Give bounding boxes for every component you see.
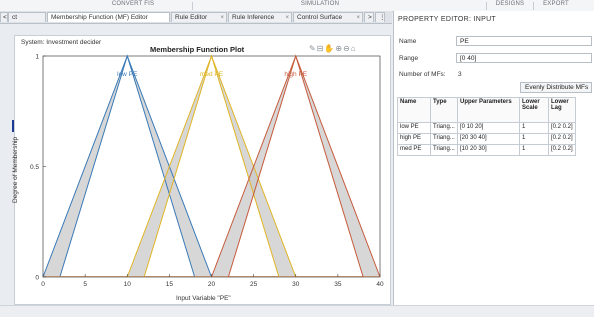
cell-lower-scale[interactable]: 1 — [519, 133, 549, 145]
y-tick-label: 0 — [35, 275, 39, 282]
x-tick-label: 0 — [41, 281, 45, 288]
status-bar — [0, 305, 594, 317]
cell-name[interactable]: low PE — [397, 122, 431, 134]
range-label: Range — [399, 55, 419, 62]
column-header-lower-scale[interactable]: Lower Scale — [519, 97, 549, 123]
mf-table[interactable]: Name Type Upper Parameters Lower Scale L… — [397, 97, 576, 156]
table-row[interactable]: high PE Triang... [20 30 40] 1 [0.2 0.2] — [397, 133, 576, 145]
x-tick-label: 40 — [376, 281, 384, 288]
column-header-name[interactable]: Name — [397, 97, 431, 123]
y-tick-label: 0.5 — [30, 164, 39, 171]
mf-label[interactable]: high PE — [284, 71, 307, 78]
mf-label[interactable]: med PE — [200, 71, 224, 78]
table-row[interactable]: low PE Triang... [0 10 20] 1 [0.2 0.2] — [397, 122, 576, 134]
y-axis-label: Degree of Membership — [12, 136, 19, 203]
x-tick-label: 30 — [292, 281, 300, 288]
cell-lower-scale[interactable]: 1 — [519, 122, 549, 134]
num-mfs-label: Number of MFs: — [399, 71, 446, 78]
property-editor-heading: PROPERTY EDITOR: INPUT — [398, 16, 497, 23]
name-label: Name — [399, 38, 417, 45]
column-header-lower-lag[interactable]: Lower Lag — [548, 97, 576, 123]
cell-upper-parameters[interactable]: [20 30 40] — [457, 133, 520, 145]
x-tick-label: 10 — [124, 281, 132, 288]
cell-lower-scale[interactable]: 1 — [519, 144, 549, 156]
x-tick-label: 25 — [250, 281, 258, 288]
column-header-type[interactable]: Type — [430, 97, 458, 123]
mf-label[interactable]: low PE — [117, 71, 138, 78]
num-mfs-value[interactable]: 3 — [458, 71, 462, 78]
cell-type[interactable]: Triang... — [430, 133, 458, 145]
cell-upper-parameters[interactable]: [0 10 20] — [457, 122, 520, 134]
x-tick-label: 15 — [166, 281, 174, 288]
cell-type[interactable]: Triang... — [430, 144, 458, 156]
cell-name[interactable]: med PE — [397, 144, 431, 156]
cell-lower-lag[interactable]: [0.2 0.2] — [548, 144, 576, 156]
table-row[interactable]: med PE Triang... [10 20 30] 1 [0.2 0.2] — [397, 144, 576, 156]
range-field[interactable]: [0 40] — [456, 53, 592, 63]
x-tick-label: 5 — [83, 281, 87, 288]
x-axis-label: Input Variable "PE" — [176, 295, 231, 302]
table-header-row: Name Type Upper Parameters Lower Scale L… — [397, 97, 576, 123]
x-tick-label: 20 — [208, 281, 216, 288]
column-header-upper-parameters[interactable]: Upper Parameters — [457, 97, 520, 123]
cell-lower-lag[interactable]: [0.2 0.2] — [548, 133, 576, 145]
cell-type[interactable]: Triang... — [430, 122, 458, 134]
cell-lower-lag[interactable]: [0.2 0.2] — [548, 122, 576, 134]
x-tick-label: 35 — [334, 281, 342, 288]
evenly-distribute-mfs-button[interactable]: Evenly Distribute MFs — [520, 82, 592, 93]
cell-name[interactable]: high PE — [397, 133, 431, 145]
fuzzy-logic-designer-window: CONVERT FIS SIMULATION DESIGNS EXPORT < … — [0, 0, 594, 317]
cell-upper-parameters[interactable]: [10 20 30] — [457, 144, 520, 156]
name-field[interactable]: PE — [456, 36, 592, 46]
y-tick-label: 1 — [35, 54, 39, 61]
